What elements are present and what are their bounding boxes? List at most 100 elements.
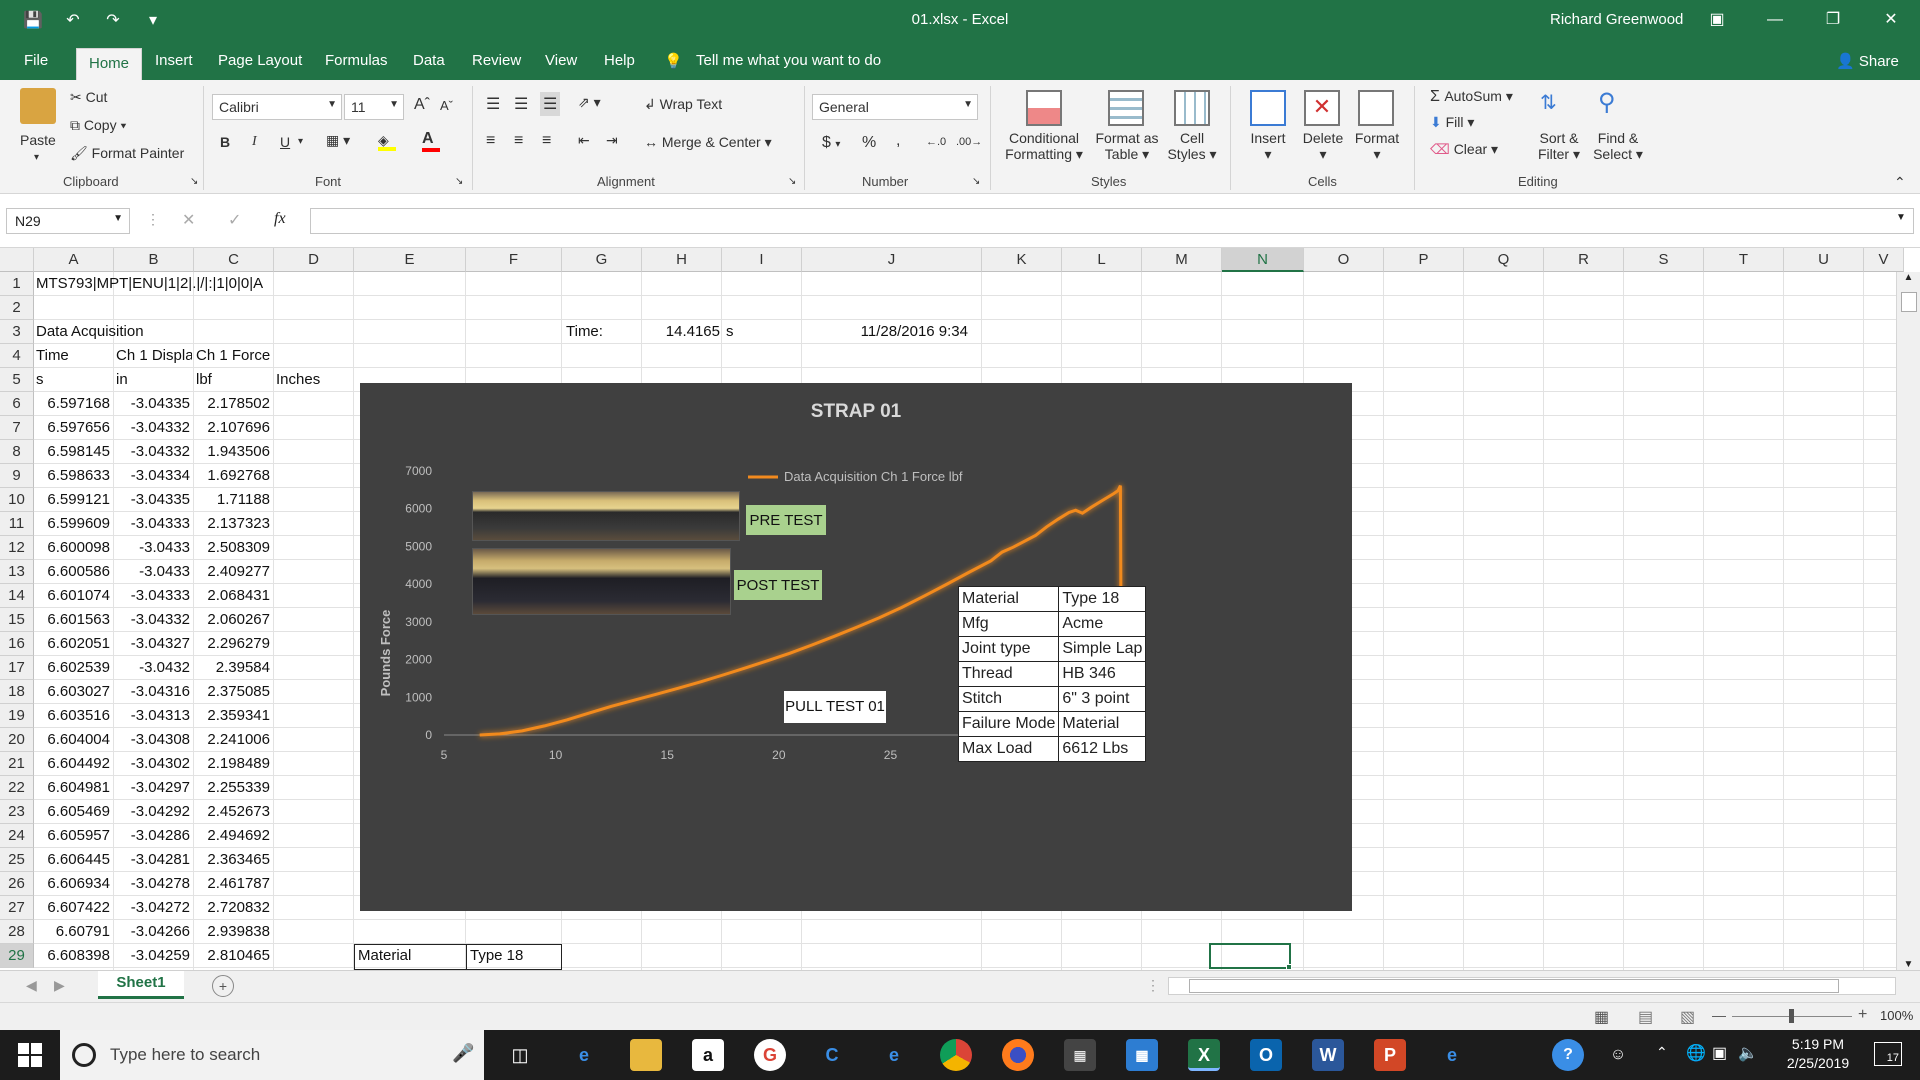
data-cell[interactable]: 1.71188 bbox=[194, 488, 270, 512]
sheet-scroll-left-icon[interactable]: ◀ bbox=[26, 977, 37, 994]
insert-cells-button[interactable]: Insert ▾ bbox=[1248, 130, 1288, 163]
data-cell[interactable]: 2.198489 bbox=[194, 752, 270, 776]
copy-button[interactable]: ⧉ Copy ▾ bbox=[70, 117, 126, 134]
tell-me-search[interactable]: Tell me what you want to do bbox=[696, 52, 881, 69]
italic-button[interactable]: I bbox=[252, 134, 257, 150]
horizontal-scrollbar[interactable] bbox=[1168, 977, 1896, 995]
grow-font-icon[interactable]: Aˆ bbox=[414, 96, 430, 114]
comma-button[interactable]: , bbox=[896, 132, 900, 150]
column-header[interactable]: D bbox=[274, 248, 354, 272]
row-header[interactable]: 7 bbox=[0, 416, 34, 440]
column-header[interactable]: O bbox=[1304, 248, 1384, 272]
taskbar-search-box[interactable]: Type here to search 🎤 bbox=[60, 1030, 484, 1080]
zoom-in-icon[interactable]: + bbox=[1858, 1006, 1867, 1024]
data-cell[interactable]: 2.068431 bbox=[194, 584, 270, 608]
font-name-select[interactable]: Calibri ▼ bbox=[212, 94, 342, 120]
cell-i3[interactable]: s bbox=[726, 320, 734, 344]
normal-view-icon[interactable]: ▦ bbox=[1594, 1007, 1609, 1027]
column-header[interactable]: G bbox=[562, 248, 642, 272]
cell-styles-icon[interactable] bbox=[1174, 90, 1210, 126]
data-cell[interactable]: -3.04316 bbox=[114, 680, 190, 704]
cell-c4[interactable]: Ch 1 Force bbox=[196, 344, 270, 368]
data-cell[interactable]: -3.04308 bbox=[114, 728, 190, 752]
data-cell[interactable]: -3.04332 bbox=[114, 416, 190, 440]
network-icon[interactable]: 🌐 bbox=[1686, 1043, 1706, 1063]
microphone-icon[interactable]: 🎤 bbox=[452, 1043, 474, 1064]
row-header[interactable]: 5 bbox=[0, 368, 34, 392]
scroll-up-icon[interactable]: ▲ bbox=[1897, 272, 1920, 283]
cell-e29[interactable]: Material bbox=[358, 944, 411, 968]
cell-j3[interactable]: 11/28/2016 9:34 bbox=[806, 320, 968, 344]
data-cell[interactable]: 6.603027 bbox=[34, 680, 110, 704]
align-left-icon[interactable]: ≡ bbox=[486, 132, 495, 150]
data-cell[interactable]: -3.04297 bbox=[114, 776, 190, 800]
display-icon[interactable]: ▣ bbox=[1712, 1043, 1727, 1063]
cell-a1[interactable]: MTS793|MPT|ENU|1|2|.|/|:|1|0|0|A bbox=[36, 272, 263, 296]
column-header[interactable]: E bbox=[354, 248, 466, 272]
cell-a5[interactable]: s bbox=[36, 368, 44, 392]
data-cell[interactable]: 2.107696 bbox=[194, 416, 270, 440]
data-cell[interactable]: 6.599121 bbox=[34, 488, 110, 512]
amazon-icon[interactable]: a bbox=[692, 1039, 724, 1071]
decrease-indent-icon[interactable]: ⇤ bbox=[578, 132, 590, 149]
help-icon[interactable]: ? bbox=[1552, 1039, 1584, 1071]
data-cell[interactable]: 6.605957 bbox=[34, 824, 110, 848]
row-header[interactable]: 27 bbox=[0, 896, 34, 920]
underline-button[interactable]: U bbox=[280, 134, 290, 150]
column-header[interactable]: J bbox=[802, 248, 982, 272]
maximize-icon[interactable]: ❐ bbox=[1804, 0, 1862, 44]
number-format-select[interactable]: General ▼ bbox=[812, 94, 978, 120]
data-cell[interactable]: 1.943506 bbox=[194, 440, 270, 464]
font-size-select[interactable]: 11 ▼ bbox=[344, 94, 404, 120]
insert-function-icon[interactable]: fx bbox=[274, 210, 286, 228]
column-header[interactable]: A bbox=[34, 248, 114, 272]
tab-insert[interactable]: Insert bbox=[155, 52, 193, 69]
format-painter-button[interactable]: 🖌 Format Painter bbox=[70, 145, 184, 162]
action-center-icon[interactable]: 17 bbox=[1874, 1042, 1902, 1066]
page-layout-view-icon[interactable]: ▤ bbox=[1638, 1007, 1653, 1027]
cell-b4[interactable]: Ch 1 Displa bbox=[116, 344, 192, 368]
paste-button[interactable]: Paste bbox=[20, 132, 56, 148]
row-header[interactable]: 17 bbox=[0, 656, 34, 680]
data-cell[interactable]: 6.606445 bbox=[34, 848, 110, 872]
data-cell[interactable]: 6.598145 bbox=[34, 440, 110, 464]
data-cell[interactable]: 6.600098 bbox=[34, 536, 110, 560]
row-header[interactable]: 22 bbox=[0, 776, 34, 800]
data-cell[interactable]: 2.178502 bbox=[194, 392, 270, 416]
row-header[interactable]: 10 bbox=[0, 488, 34, 512]
data-cell[interactable]: -3.0433 bbox=[114, 536, 190, 560]
clipboard-launcher-icon[interactable]: ↘ bbox=[190, 176, 198, 187]
name-box[interactable]: N29 ▼ bbox=[6, 208, 130, 234]
minimize-icon[interactable]: — bbox=[1746, 0, 1804, 44]
scroll-down-icon[interactable]: ▼ bbox=[1897, 959, 1920, 970]
row-header[interactable]: 24 bbox=[0, 824, 34, 848]
data-cell[interactable]: -3.04334 bbox=[114, 464, 190, 488]
increase-indent-icon[interactable]: ⇥ bbox=[606, 132, 618, 149]
data-cell[interactable]: 6.602539 bbox=[34, 656, 110, 680]
borders-icon[interactable]: ▦ ▾ bbox=[326, 132, 350, 149]
data-cell[interactable]: 2.810465 bbox=[194, 944, 270, 968]
edge-icon[interactable]: e bbox=[568, 1039, 600, 1071]
row-header[interactable]: 20 bbox=[0, 728, 34, 752]
column-header[interactable]: M bbox=[1142, 248, 1222, 272]
align-right-icon[interactable]: ≡ bbox=[542, 132, 551, 150]
vertical-scrollbar[interactable]: ▲ ▼ bbox=[1896, 272, 1920, 970]
data-cell[interactable]: 2.720832 bbox=[194, 896, 270, 920]
align-middle-icon[interactable]: ☰ bbox=[514, 94, 528, 114]
column-header[interactable]: P bbox=[1384, 248, 1464, 272]
row-header[interactable]: 16 bbox=[0, 632, 34, 656]
data-cell[interactable]: -3.04335 bbox=[114, 488, 190, 512]
data-cell[interactable]: -3.04333 bbox=[114, 512, 190, 536]
data-cell[interactable]: 2.060267 bbox=[194, 608, 270, 632]
number-launcher-icon[interactable]: ↘ bbox=[972, 176, 980, 187]
row-header[interactable]: 28 bbox=[0, 920, 34, 944]
column-header[interactable]: L bbox=[1062, 248, 1142, 272]
fill-button[interactable]: ⬇ Fill ▾ bbox=[1430, 114, 1474, 131]
align-center-icon[interactable]: ≡ bbox=[514, 132, 523, 150]
bold-button[interactable]: B bbox=[220, 134, 230, 150]
orientation-icon[interactable]: ⇗ ▾ bbox=[578, 94, 601, 111]
align-top-icon[interactable]: ☰ bbox=[486, 94, 500, 114]
insert-cells-icon[interactable] bbox=[1250, 90, 1286, 126]
zoom-level[interactable]: 100% bbox=[1880, 1008, 1913, 1023]
format-cells-button[interactable]: Format ▾ bbox=[1352, 130, 1402, 163]
